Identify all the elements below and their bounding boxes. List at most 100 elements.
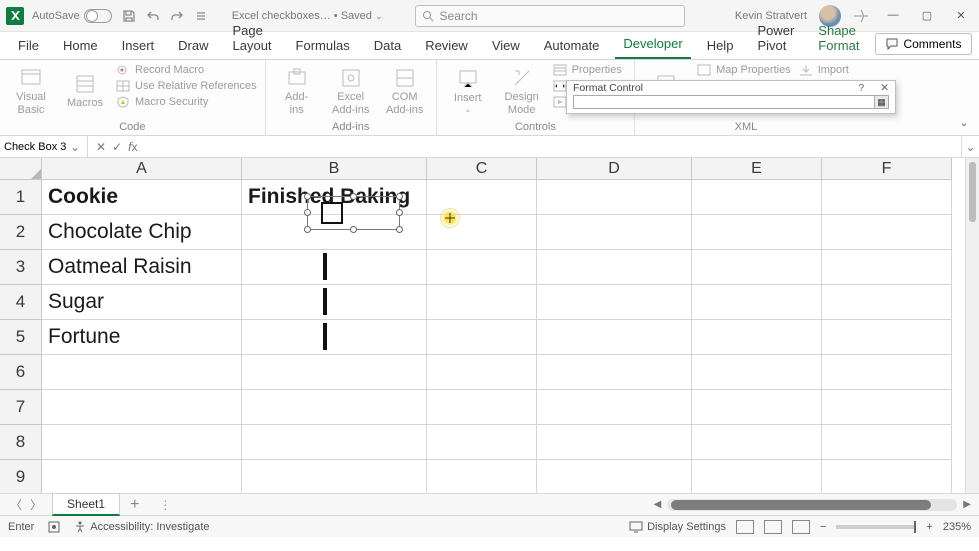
accessibility-status[interactable]: Accessibility: Investigate xyxy=(74,521,209,533)
checkbox-icon[interactable] xyxy=(321,202,343,224)
autosave-toggle[interactable]: AutoSave xyxy=(32,9,112,23)
cell[interactable] xyxy=(427,250,537,285)
cell[interactable] xyxy=(822,215,952,250)
redo-icon[interactable] xyxy=(168,7,186,25)
row-header[interactable]: 9 xyxy=(0,460,42,493)
cell-a5[interactable]: Fortune xyxy=(42,320,242,355)
cell[interactable] xyxy=(242,355,427,390)
cell[interactable] xyxy=(537,460,692,493)
col-header-e[interactable]: E xyxy=(692,158,822,180)
cell[interactable] xyxy=(822,390,952,425)
cell[interactable] xyxy=(537,285,692,320)
undo-icon[interactable] xyxy=(144,7,162,25)
tab-shape-format[interactable]: Shape Format xyxy=(810,17,867,59)
hscroll-right-icon[interactable]: ▶ xyxy=(963,499,971,510)
cell[interactable] xyxy=(427,320,537,355)
addins-button[interactable]: Add- ins xyxy=(274,64,320,119)
scrollbar-thumb[interactable] xyxy=(969,162,976,222)
row-header[interactable]: 8 xyxy=(0,425,42,460)
cell[interactable] xyxy=(822,180,952,215)
cell[interactable] xyxy=(537,215,692,250)
row-header[interactable]: 1 xyxy=(0,180,42,215)
tab-home[interactable]: Home xyxy=(55,32,106,59)
row-header[interactable]: 6 xyxy=(0,355,42,390)
checkbox-icon[interactable] xyxy=(323,253,327,280)
macro-security-button[interactable]: Macro Security xyxy=(116,96,257,108)
zoom-level[interactable]: 235% xyxy=(943,521,971,533)
design-mode-button[interactable]: Design Mode xyxy=(499,64,545,119)
tab-automate[interactable]: Automate xyxy=(536,32,608,59)
dialog-close-icon[interactable]: ✕ xyxy=(880,82,889,94)
search-input[interactable]: Search xyxy=(415,5,685,27)
cell[interactable] xyxy=(427,390,537,425)
display-settings-button[interactable]: Display Settings xyxy=(629,521,726,533)
import-button[interactable]: Import xyxy=(799,64,849,76)
cell-a3[interactable]: Oatmeal Raisin xyxy=(42,250,242,285)
resize-handle[interactable] xyxy=(396,209,403,216)
tab-insert[interactable]: Insert xyxy=(114,32,163,59)
cell[interactable] xyxy=(242,460,427,493)
cell[interactable] xyxy=(537,250,692,285)
tab-draw[interactable]: Draw xyxy=(170,32,216,59)
checkbox-icon[interactable] xyxy=(323,323,327,350)
cell[interactable] xyxy=(427,355,537,390)
cell[interactable] xyxy=(822,355,952,390)
range-picker-icon[interactable]: ▦ xyxy=(874,96,888,108)
name-box[interactable]: ⌄ xyxy=(0,136,88,157)
sheet-nav-next-icon[interactable]: 〉 xyxy=(30,496,42,513)
col-header-d[interactable]: D xyxy=(537,158,692,180)
com-addins-button[interactable]: COM Add-ins xyxy=(382,64,428,119)
dialog-help-icon[interactable]: ? xyxy=(858,82,864,94)
page-layout-view-icon[interactable] xyxy=(764,520,782,534)
resize-handle[interactable] xyxy=(350,226,357,233)
close-button[interactable]: ✕ xyxy=(949,9,973,22)
sheet-nav-prev-icon[interactable]: 〈 xyxy=(10,496,22,513)
cell-b4[interactable] xyxy=(242,285,427,320)
sheet-split-handle[interactable]: ⋮ xyxy=(149,498,183,512)
row-header[interactable]: 4 xyxy=(0,285,42,320)
formula-input[interactable] xyxy=(145,136,961,157)
ribbon-expand-icon[interactable]: ⌄ xyxy=(955,115,973,129)
row-header[interactable]: 5 xyxy=(0,320,42,355)
cell[interactable] xyxy=(692,215,822,250)
map-properties-button[interactable]: Map Properties xyxy=(697,64,791,76)
cell-b3[interactable] xyxy=(242,250,427,285)
cell[interactable] xyxy=(242,390,427,425)
row-header[interactable]: 2 xyxy=(0,215,42,250)
resize-handle[interactable] xyxy=(396,226,403,233)
fx-icon[interactable]: fx xyxy=(128,140,137,154)
cell[interactable] xyxy=(427,460,537,493)
minimize-button[interactable]: — xyxy=(881,9,905,22)
cell[interactable] xyxy=(822,460,952,493)
cell-link-input[interactable]: ▦ xyxy=(573,95,889,109)
row-header[interactable]: 3 xyxy=(0,250,42,285)
chevron-down-icon[interactable]: ⌄ xyxy=(67,140,83,154)
visual-basic-button[interactable]: Visual Basic xyxy=(8,64,54,119)
vertical-scrollbar[interactable] xyxy=(965,158,979,493)
resize-handle[interactable] xyxy=(304,193,311,200)
cell[interactable] xyxy=(537,355,692,390)
col-header-b[interactable]: B xyxy=(242,158,427,180)
relative-references-button[interactable]: Use Relative References xyxy=(116,80,257,92)
macro-record-icon[interactable] xyxy=(48,521,60,533)
cell[interactable] xyxy=(822,285,952,320)
cell[interactable] xyxy=(537,390,692,425)
cell[interactable] xyxy=(427,285,537,320)
select-all-corner[interactable] xyxy=(0,158,42,180)
excel-addins-button[interactable]: Excel Add-ins xyxy=(328,64,374,119)
record-macro-button[interactable]: Record Macro xyxy=(116,64,257,76)
format-control-dialog[interactable]: Format Control ? ✕ ▦ xyxy=(566,80,896,114)
tab-formulas[interactable]: Formulas xyxy=(288,32,358,59)
cell[interactable] xyxy=(692,460,822,493)
tab-file[interactable]: File xyxy=(10,32,47,59)
cell[interactable] xyxy=(42,425,242,460)
cell[interactable] xyxy=(692,180,822,215)
sheet-tab-sheet1[interactable]: Sheet1 xyxy=(52,493,120,516)
cell[interactable] xyxy=(537,180,692,215)
formula-expand-icon[interactable]: ⌄ xyxy=(961,136,979,157)
col-header-c[interactable]: C xyxy=(427,158,537,180)
checkbox-icon[interactable] xyxy=(323,288,327,315)
cell[interactable] xyxy=(427,425,537,460)
zoom-out-icon[interactable]: − xyxy=(820,521,826,533)
cell-a4[interactable]: Sugar xyxy=(42,285,242,320)
